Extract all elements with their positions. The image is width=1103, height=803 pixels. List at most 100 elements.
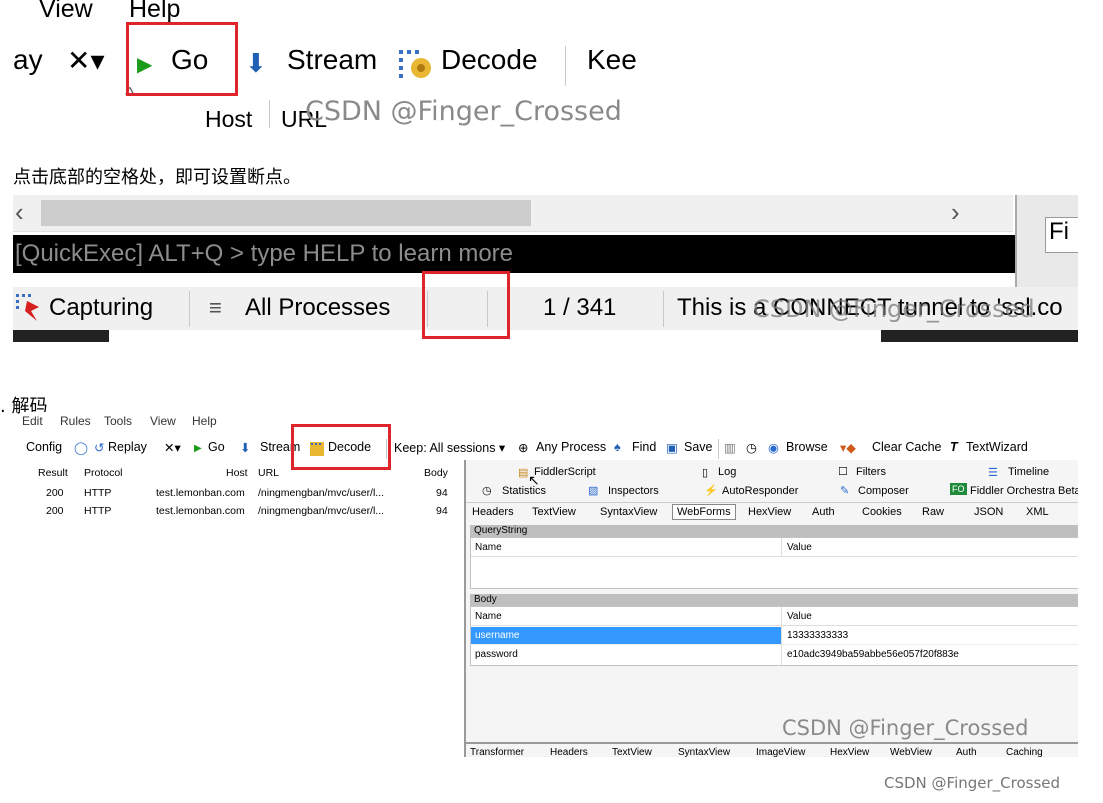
tab-cookies[interactable]: Cookies <box>862 506 902 518</box>
session-result: 200 <box>46 487 64 499</box>
body-value-col: Value <box>787 611 812 622</box>
tab-raw[interactable]: Raw <box>922 506 944 518</box>
quickexec-input[interactable]: [QuickExec] ALT+Q > type HELP to learn m… <box>13 235 1015 273</box>
tab-xml[interactable]: XML <box>1026 506 1049 518</box>
tab-transformer[interactable]: Transformer <box>470 747 524 757</box>
play-icon: ▶ <box>194 443 202 454</box>
tab-autoresponder[interactable]: AutoResponder <box>722 485 798 497</box>
camera-icon[interactable]: ▥ <box>724 440 736 455</box>
session-host: test.lemonban.com <box>156 505 245 517</box>
decode-button[interactable]: Decode <box>441 44 538 76</box>
highlight-decode <box>291 424 391 470</box>
tab-syntaxview[interactable]: SyntaxView <box>600 506 657 518</box>
keep-button[interactable]: Kee <box>587 44 637 76</box>
querystring-grid[interactable]: Name Value <box>470 537 1078 589</box>
comment-icon[interactable]: ◯ <box>74 440 88 455</box>
tab-resp-webview[interactable]: WebView <box>890 747 932 757</box>
session-protocol: HTTP <box>84 505 112 517</box>
tab-resp-headers[interactable]: Headers <box>550 747 588 757</box>
horizontal-scrollbar[interactable]: ‹ › <box>13 195 1013 232</box>
tab-resp-auth[interactable]: Auth <box>956 747 977 757</box>
tab-timeline[interactable]: Timeline <box>1008 466 1049 478</box>
clear-cache-button[interactable]: Clear Cache <box>872 440 941 454</box>
textwizard-button[interactable]: TextWizard <box>966 440 1028 454</box>
tab-fiddlerscript[interactable]: FiddlerScript <box>534 466 596 478</box>
col-protocol[interactable]: Protocol <box>84 467 123 479</box>
session-body: 94 <box>436 487 448 499</box>
menu-tools[interactable]: Tools <box>104 414 132 428</box>
lightning-icon: ⚡ <box>704 485 718 497</box>
remove-button[interactable]: ✕▾ <box>164 440 181 455</box>
menu-rules[interactable]: Rules <box>60 414 91 428</box>
stream-button[interactable]: Stream <box>287 44 377 76</box>
body-row-value: e10adc3949ba59abbe56e057f20f883e <box>787 649 959 660</box>
menu-view[interactable]: View <box>150 414 176 428</box>
scroll-left-icon[interactable]: ‹ <box>15 197 24 228</box>
log-icon: ▯ <box>702 467 709 479</box>
body-row-name: password <box>475 649 518 660</box>
menu-help[interactable]: Help <box>192 414 217 428</box>
tab-inspectors[interactable]: Inspectors <box>608 485 659 497</box>
filter-icon: ≡ <box>209 295 222 320</box>
tab-resp-textview[interactable]: TextView <box>612 747 652 757</box>
remove-button[interactable]: ✕▾ <box>67 44 105 77</box>
capturing-indicator[interactable]: Capturing <box>49 294 153 322</box>
scroll-right-icon[interactable]: › <box>951 197 960 228</box>
column-host[interactable]: Host <box>205 106 252 128</box>
session-row[interactable]: 200 HTTP test.lemonban.com /ningmengban/… <box>22 503 462 519</box>
tab-resp-imageview[interactable]: ImageView <box>756 747 805 757</box>
inspectors-icon: ▧ <box>588 485 599 497</box>
session-body: 94 <box>436 505 448 517</box>
replay-button[interactable]: ay <box>13 44 43 76</box>
timer-icon[interactable]: ◷ <box>746 440 757 455</box>
tab-auth[interactable]: Auth <box>812 506 835 518</box>
tab-fiddler-orchestra[interactable]: Fiddler Orchestra Beta <box>970 485 1078 497</box>
watermark: CSDN @Finger_Crossed <box>782 716 1029 740</box>
keep-sessions-dropdown[interactable]: Keep: All sessions ▾ <box>394 440 505 455</box>
body-name-col: Name <box>475 611 502 622</box>
table-row[interactable]: password e10adc3949ba59abbe56e057f20f883… <box>471 645 1078 664</box>
session-row[interactable]: 200 HTTP test.lemonban.com /ningmengban/… <box>22 485 462 501</box>
filters-checkbox[interactable]: ☐ <box>838 465 848 478</box>
process-filter[interactable]: All Processes <box>245 294 390 322</box>
col-url[interactable]: URL <box>258 467 279 479</box>
body-grid[interactable]: Name Value username 13333333333 password… <box>470 606 1078 666</box>
replay-button[interactable]: Replay <box>108 440 147 454</box>
scrollbar-thumb[interactable] <box>41 200 531 226</box>
toolbar-screenshot-zoom: View Help ay ✕▾ ▶ Go ⬇ Stream Decode Kee… <box>13 0 638 128</box>
find-button[interactable]: Find <box>632 440 656 454</box>
tab-resp-caching[interactable]: Caching <box>1006 747 1043 757</box>
col-host[interactable]: Host <box>226 467 248 479</box>
bottom-bar-right <box>881 330 1078 342</box>
save-button[interactable]: Save <box>684 440 713 454</box>
find-icon: ♠ <box>614 440 621 454</box>
col-result[interactable]: Result <box>38 467 68 479</box>
cursor-icon: ↖ <box>528 472 540 488</box>
tab-resp-hexview[interactable]: HexView <box>830 747 869 757</box>
caption-breakpoint: 点击底部的空格处，即可设置断点。 <box>13 167 301 188</box>
browser-icon: ◉ <box>768 441 779 455</box>
capturing-icon <box>15 293 45 330</box>
body-header: Body <box>470 594 1078 606</box>
tab-json[interactable]: JSON <box>974 506 1003 518</box>
menu-edit[interactable]: Edit <box>22 414 43 428</box>
go-button[interactable]: Go <box>208 440 225 454</box>
tab-resp-syntaxview[interactable]: SyntaxView <box>678 747 730 757</box>
tab-hexview[interactable]: HexView <box>748 506 791 518</box>
stream-icon: ⬇ <box>245 48 267 78</box>
tab-composer[interactable]: Composer <box>858 485 909 497</box>
menu-help[interactable]: Help <box>129 0 180 24</box>
tab-textview[interactable]: TextView <box>532 506 576 518</box>
table-row[interactable]: username 13333333333 <box>471 626 1078 645</box>
any-process-button[interactable]: Any Process <box>536 440 606 454</box>
browse-button[interactable]: Browse <box>786 440 828 454</box>
side-input[interactable]: Fi <box>1045 217 1078 253</box>
menu-view[interactable]: View <box>39 0 93 24</box>
config-button[interactable]: Config <box>26 440 62 454</box>
tab-webforms[interactable]: WebForms <box>672 504 736 520</box>
timeline-icon: ☰ <box>988 467 998 479</box>
tab-headers[interactable]: Headers <box>472 506 514 518</box>
col-body[interactable]: Body <box>424 467 448 479</box>
tab-filters[interactable]: Filters <box>856 466 886 478</box>
tab-log[interactable]: Log <box>718 466 736 478</box>
